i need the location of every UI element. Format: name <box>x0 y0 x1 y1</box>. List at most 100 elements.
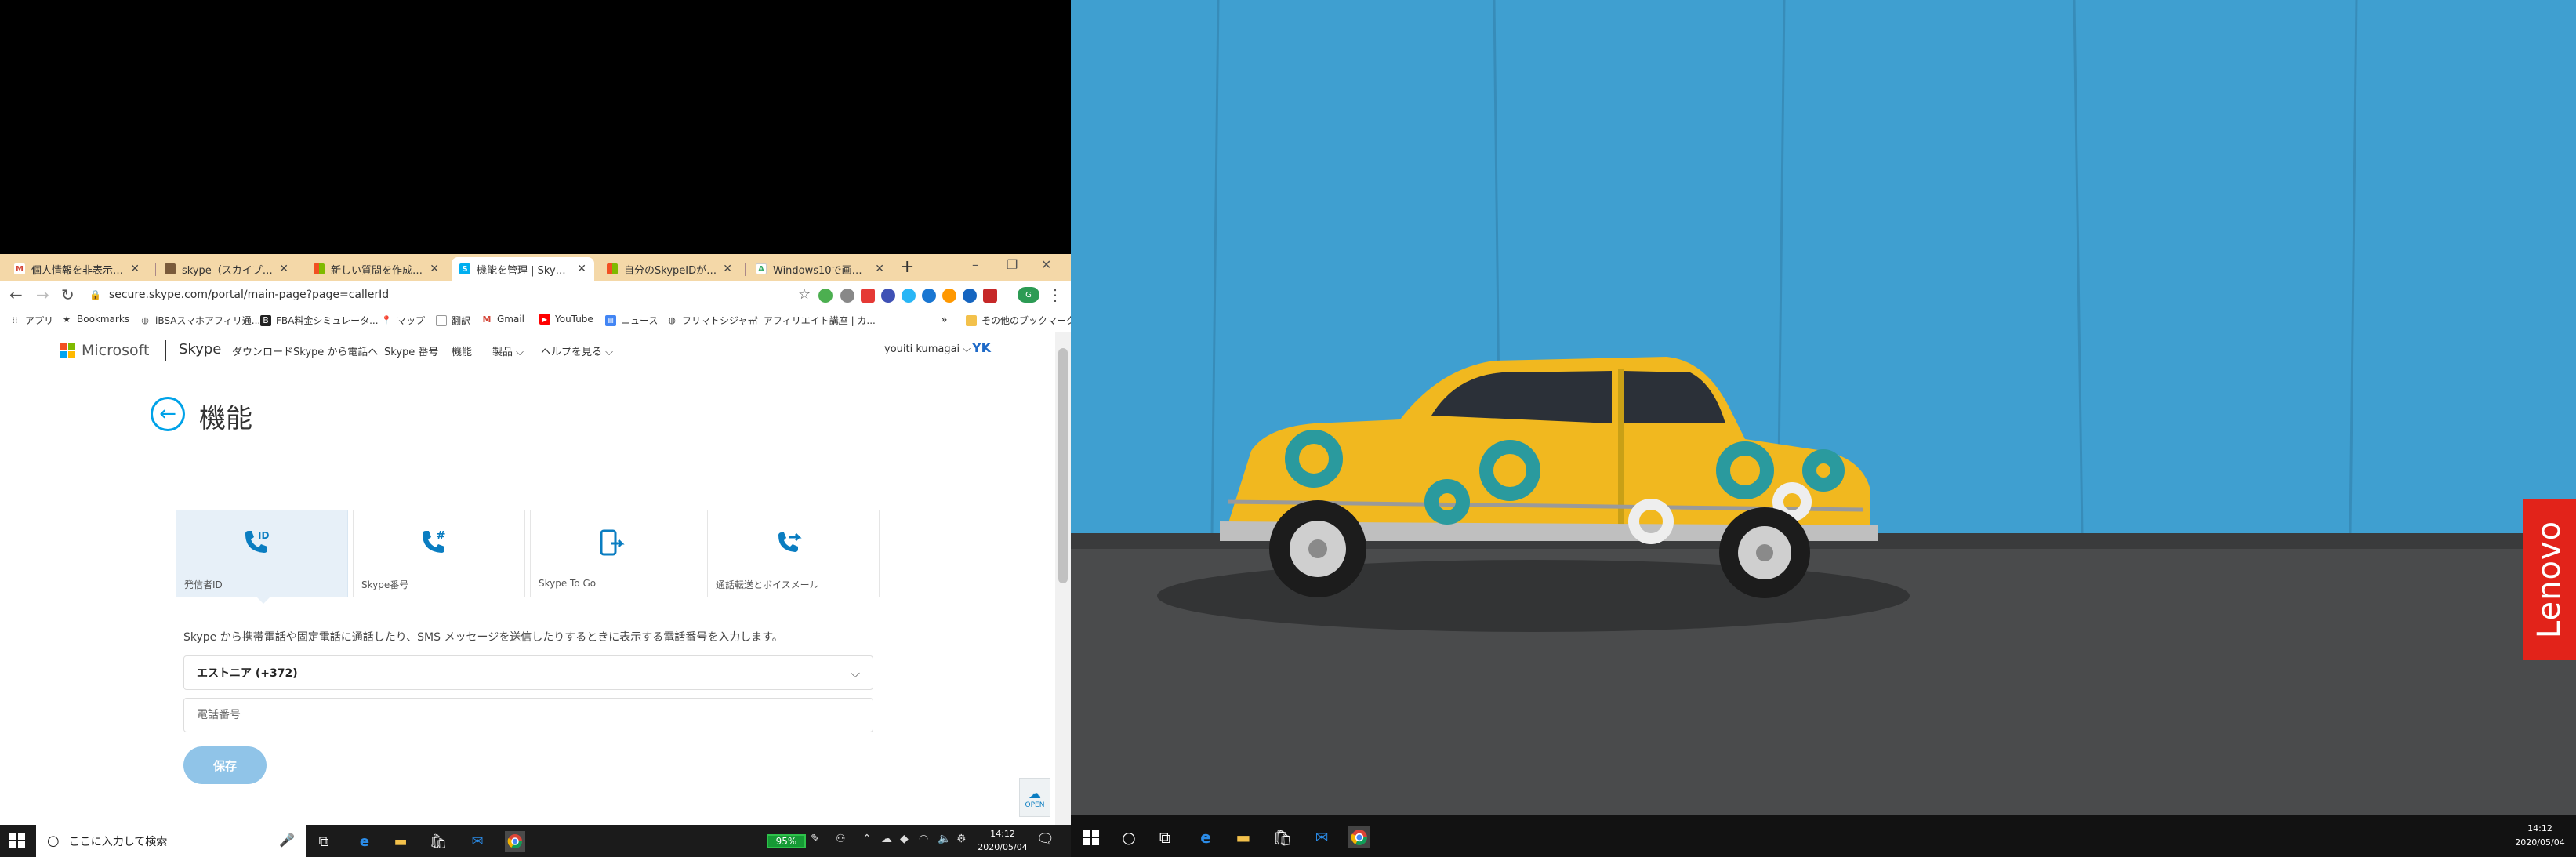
bookmark-item-bookmarks[interactable]: ★ Bookmarks <box>61 314 129 325</box>
bookmark-item-ibsa[interactable]: ◍ iBSAスマホアフィリ通... <box>140 314 260 327</box>
taskbar-search-box[interactable]: ○ ここに入力して検索 🎤 <box>36 825 306 857</box>
file-explorer-icon[interactable]: ▬ <box>390 831 411 852</box>
nav-help[interactable]: ヘルプを見る ⌵ <box>541 343 613 358</box>
forward-arrow-icon[interactable]: → <box>36 285 49 304</box>
chrome-taskbar-icon[interactable] <box>1348 826 1370 848</box>
nav-features[interactable]: 機能 <box>452 343 472 358</box>
menu-kebab-icon[interactable]: ⋮ <box>1047 285 1063 304</box>
wifi-icon[interactable]: ◠ <box>919 833 928 845</box>
tab-strip: M 個人情報を非表示させてい ✕ skype（スカイプ）の使い ✕ 新しい質問を… <box>0 254 1071 281</box>
taskbar-clock[interactable]: 14:12 2020/05/04 <box>974 827 1032 854</box>
extension-gear-icon[interactable] <box>840 289 854 303</box>
bookmark-item-fba[interactable]: B FBA料金シミュレータ... <box>260 314 379 327</box>
country-selected-value: エストニア (+372) <box>197 667 298 680</box>
close-icon[interactable]: ✕ <box>130 263 140 275</box>
notification-center-icon[interactable]: 🗨 <box>1036 831 1054 848</box>
save-button[interactable]: 保存 <box>183 746 267 784</box>
close-icon[interactable]: ✕ <box>723 263 732 275</box>
user-menu[interactable]: youiti kumagai ⌵ <box>884 343 971 355</box>
maximize-icon[interactable]: ❐ <box>1007 257 1018 272</box>
close-icon[interactable]: ✕ <box>577 263 586 275</box>
other-bookmarks-folder[interactable]: その他のブックマーク <box>966 314 1071 327</box>
bookmark-item-youtube[interactable]: ▶ YouTube <box>539 314 593 325</box>
bookmark-item-furima[interactable]: ◍ フリマトシジャー <box>666 314 756 327</box>
mail-icon[interactable]: ✉ <box>467 831 488 852</box>
b-icon: B <box>260 314 271 326</box>
active-card-pointer <box>257 597 270 604</box>
windows-start-icon[interactable] <box>1083 830 1099 845</box>
feature-card-caller-id[interactable]: ID 発信者ID <box>176 510 348 597</box>
nav-skype-to-phone[interactable]: Skype から電話へ <box>293 343 378 358</box>
bookmark-item-maps[interactable]: 📍 マップ <box>381 314 425 327</box>
tab-0[interactable]: M 個人情報を非表示させてい ✕ <box>6 257 147 281</box>
minimize-icon[interactable]: – <box>972 257 978 272</box>
extension-recycle-icon[interactable] <box>818 289 833 303</box>
dropbox-icon[interactable]: ◆ <box>900 833 909 845</box>
extension-cloud-icon[interactable] <box>902 289 916 303</box>
new-tab-button[interactable]: + <box>900 259 914 276</box>
file-explorer-icon[interactable]: ▬ <box>1232 826 1254 848</box>
scrollbar-thumb[interactable] <box>1058 348 1068 583</box>
right-monitor: Lenovo ○ ⧉ e ▬ 🛍 ✉ 14:12 2020/05/04 <box>1071 0 2576 857</box>
phone-number-input[interactable] <box>183 698 873 732</box>
extension-settings-icon[interactable] <box>963 289 977 303</box>
mail-icon[interactable]: ✉ <box>1311 826 1333 848</box>
tab-5[interactable]: A Windows10で画面を分 ✕ <box>748 257 892 281</box>
microsoft-logo[interactable]: Microsoft <box>60 342 149 359</box>
nav-skype-number[interactable]: Skype 番号 <box>384 343 438 358</box>
settings-tray-icon[interactable]: ⚙ <box>956 833 967 845</box>
task-view-icon[interactable]: ⧉ <box>1154 826 1176 848</box>
open-feedback-widget[interactable]: ☁ OPEN <box>1019 778 1050 817</box>
bookmark-item-gmail[interactable]: M Gmail <box>481 314 525 325</box>
cortana-circle-icon[interactable]: ○ <box>1118 826 1140 848</box>
address-bar[interactable]: 🔒 secure.skype.com/portal/main-page?page… <box>85 284 822 306</box>
tab-2[interactable]: 新しい質問を作成する： ✕ <box>306 257 447 281</box>
user-initials-avatar[interactable]: YK <box>972 340 991 355</box>
bookmark-item-apps[interactable]: ⁞⁞ アプリ <box>9 314 54 327</box>
bookmark-item-translate[interactable]: 翻訳 <box>436 314 470 327</box>
country-code-select[interactable]: エストニア (+372) ⌵ <box>183 655 873 690</box>
people-icon[interactable]: ⚇ <box>836 833 846 845</box>
tray-expand-icon[interactable]: ⌃ <box>862 833 872 845</box>
extension-grid-icon[interactable] <box>983 289 997 303</box>
feature-card-skype-to-go[interactable]: Skype To Go <box>530 510 702 597</box>
store-icon[interactable]: 🛍 <box>428 831 448 852</box>
chrome-taskbar-icon[interactable] <box>505 831 525 852</box>
tab-3-active[interactable]: S 機能を管理 | Skype マイ ✕ <box>452 257 594 281</box>
windows-start-icon[interactable] <box>9 833 25 848</box>
battery-indicator[interactable]: 95% <box>767 834 806 848</box>
feature-card-call-forwarding[interactable]: 通話転送とボイスメール <box>707 510 880 597</box>
microphone-icon[interactable]: 🎤 <box>279 833 295 848</box>
bookmark-item-news[interactable]: ▤ ニュース <box>605 314 658 327</box>
extension-orange-icon[interactable] <box>942 289 956 303</box>
task-view-icon[interactable]: ⧉ <box>314 831 334 852</box>
bookmark-star-icon[interactable]: ☆ <box>798 285 811 304</box>
back-arrow-icon[interactable]: ← <box>9 285 23 304</box>
tab-1[interactable]: skype（スカイプ）の使い ✕ <box>157 257 296 281</box>
profile-avatar[interactable]: G <box>1018 287 1039 303</box>
onedrive-icon[interactable]: ☁ <box>881 833 892 845</box>
close-icon[interactable]: ✕ <box>875 263 884 275</box>
extension-chrome-icon[interactable] <box>881 289 895 303</box>
pen-icon[interactable]: ✎ <box>811 833 820 845</box>
page-scrollbar[interactable] <box>1055 332 1071 825</box>
skype-brand-link[interactable]: Skype <box>179 341 221 358</box>
edge-browser-icon[interactable]: e <box>1195 826 1217 848</box>
back-button[interactable]: ← <box>151 397 185 431</box>
bookmark-item-affiliate[interactable]: ㎡ アフィリエイト講座 | カ... <box>748 314 876 327</box>
volume-icon[interactable]: 🔈 <box>938 833 951 845</box>
store-icon[interactable]: 🛍 <box>1272 826 1293 848</box>
reload-icon[interactable]: ↻ <box>61 285 74 304</box>
extension-blue-icon[interactable] <box>922 289 936 303</box>
extension-red-icon[interactable] <box>861 289 875 303</box>
bookmarks-overflow-button[interactable]: » <box>941 314 948 326</box>
nav-products[interactable]: 製品 ⌵ <box>492 343 524 358</box>
tab-4[interactable]: 自分のSkypeIDがわか ✕ <box>599 257 740 281</box>
feature-card-skype-number[interactable]: # Skype番号 <box>353 510 525 597</box>
nav-download[interactable]: ダウンロード <box>232 343 293 358</box>
close-icon[interactable]: ✕ <box>430 263 439 275</box>
close-icon[interactable]: ✕ <box>279 263 288 275</box>
window-close-icon[interactable]: ✕ <box>1041 257 1051 272</box>
taskbar-clock[interactable]: 14:12 2020/05/04 <box>2510 822 2570 850</box>
edge-browser-icon[interactable]: e <box>354 831 375 852</box>
